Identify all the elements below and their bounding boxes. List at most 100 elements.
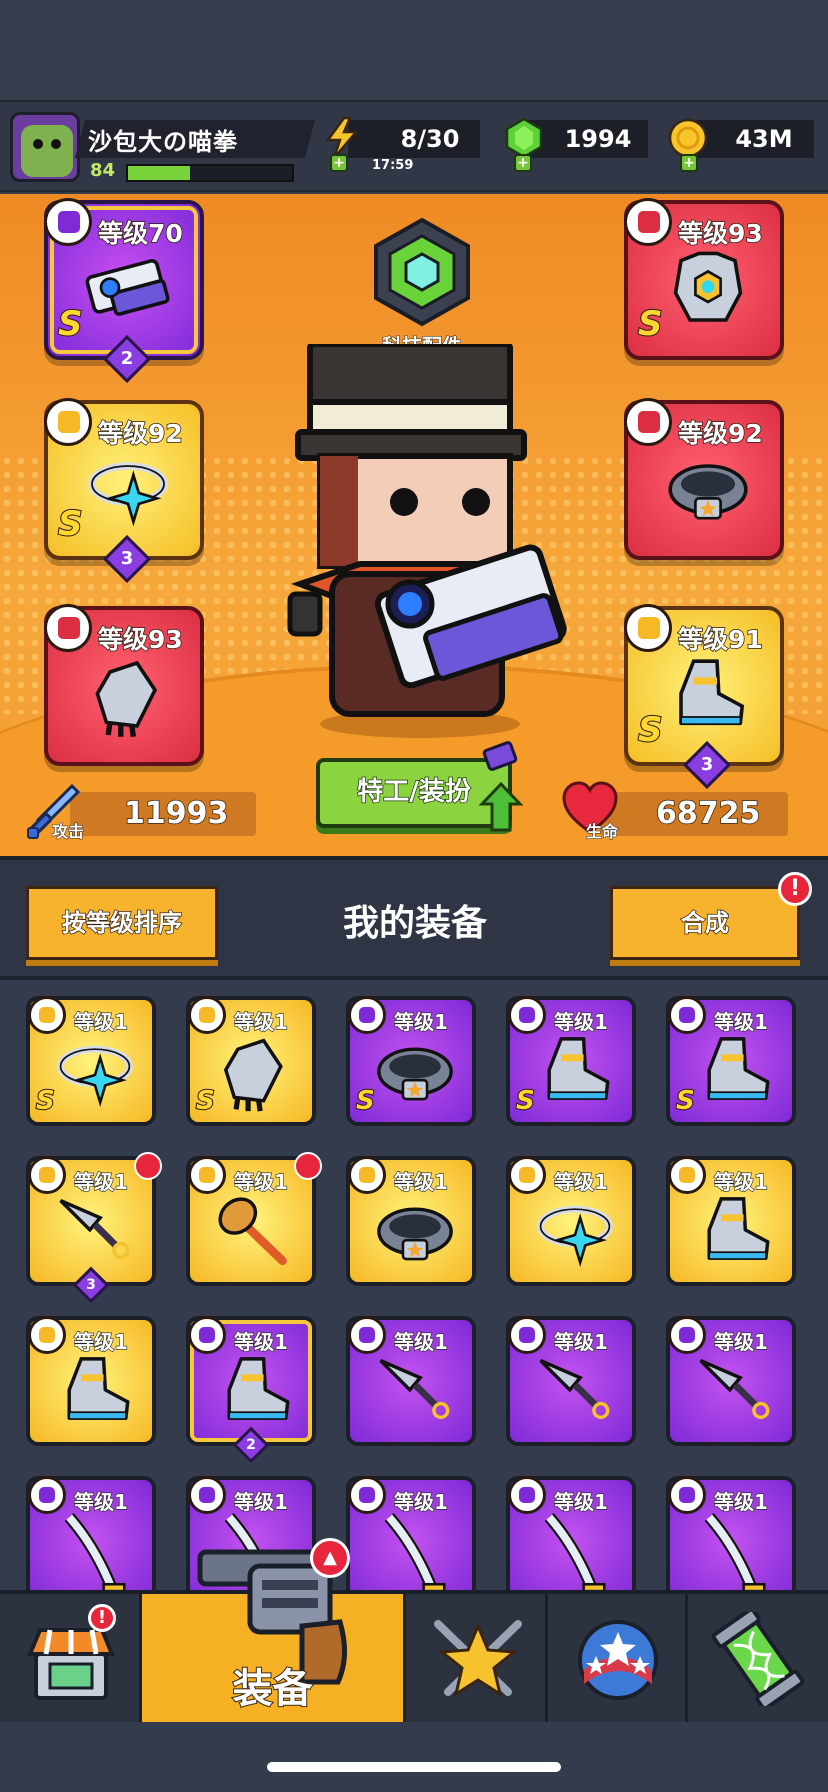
inventory-item[interactable]: 等级1 S xyxy=(346,996,476,1126)
boots-icon xyxy=(679,659,745,726)
inventory-item[interactable]: 等级1 S xyxy=(666,996,796,1126)
rank-label: S xyxy=(195,1085,216,1117)
new-item-badge xyxy=(294,1152,322,1180)
inventory-item[interactable]: 等级1 xyxy=(346,1316,476,1446)
inventory-item[interactable]: 等级1 xyxy=(346,1476,476,1590)
equipped-slot-armor[interactable]: 等级93 S xyxy=(624,198,784,360)
item-level: 等级1 xyxy=(553,1489,608,1514)
slot-level: 等级93 xyxy=(677,218,763,249)
coins-plus-button[interactable]: + xyxy=(680,154,698,172)
crossed-swords-star-icon xyxy=(434,1620,522,1698)
inventory-item[interactable]: 等级1 S xyxy=(506,996,636,1126)
inventory-item[interactable]: 等级1 2 xyxy=(186,1316,316,1464)
hero-character[interactable] xyxy=(270,344,570,744)
inventory-item[interactable]: 等级1 S xyxy=(186,996,316,1126)
boots-icon xyxy=(67,1357,130,1420)
rank-label: S xyxy=(57,303,83,345)
home-indicator xyxy=(267,1762,561,1772)
slot-level: 等级91 xyxy=(677,624,763,655)
item-level: 等级1 xyxy=(73,1329,128,1354)
belt-icon xyxy=(377,1047,453,1101)
merge-button[interactable]: 合成 xyxy=(610,886,800,960)
rank-label: S xyxy=(675,1085,696,1117)
item-level: 等级1 xyxy=(713,1329,768,1354)
inventory-item[interactable]: 等级1 xyxy=(186,1152,322,1286)
dna-capsule-icon xyxy=(711,1612,805,1706)
tab-battle[interactable] xyxy=(406,1594,548,1722)
item-level: 等级1 xyxy=(713,1489,768,1514)
item-level: 等级1 xyxy=(393,1009,448,1034)
slot-type-badge xyxy=(44,398,92,446)
equipped-slot-belt[interactable]: 等级92 xyxy=(624,398,784,560)
sort-by-level-label: 按等级排序 xyxy=(61,908,183,938)
armor-icon xyxy=(673,251,743,322)
star-ball-icon xyxy=(578,1620,658,1700)
item-type-badge xyxy=(188,1156,226,1194)
item-type-badge xyxy=(508,1156,546,1194)
slot-type-badge xyxy=(624,398,672,446)
bottom-nav: ! ▲ 装备 xyxy=(0,1538,828,1722)
merge-label: 合成 xyxy=(680,908,730,938)
item-level: 等级1 xyxy=(233,1329,288,1354)
energy-timer: 17:59 xyxy=(372,158,414,173)
boots-icon xyxy=(707,1197,770,1260)
item-type-badge xyxy=(28,996,66,1034)
tech-parts-icon[interactable] xyxy=(366,216,478,328)
item-type-badge xyxy=(508,996,546,1034)
gems-plus-button[interactable]: + xyxy=(514,154,532,172)
sort-by-level-button[interactable]: 按等级排序 xyxy=(26,886,218,960)
star-count: 2 xyxy=(120,348,134,369)
inventory-item[interactable]: 等级1 xyxy=(666,1156,796,1286)
inventory-item[interactable]: 等级1 xyxy=(26,1476,156,1590)
inventory-item[interactable]: 等级1 S xyxy=(26,996,156,1126)
equipped-slot-weapon[interactable]: 等级70 S 2 xyxy=(44,198,204,384)
item-type-badge xyxy=(28,1156,66,1194)
inventory-item[interactable]: 等级1 xyxy=(666,1476,796,1590)
inventory-title: 我的装备 xyxy=(342,903,487,944)
inventory-grid: 等级1 S 等级1 S 等级1 S 等级1 S 等级1 S 等级1 3 等级1 等级1 等级1 等级1 等级1 等… xyxy=(0,980,828,1590)
item-level: 等级1 xyxy=(553,1009,608,1034)
rank-label: S xyxy=(35,1085,56,1117)
equipped-slot-necklace[interactable]: 等级92 S 3 xyxy=(44,398,204,584)
attack-label: 攻击 xyxy=(51,822,85,842)
rank-label: S xyxy=(355,1085,376,1117)
equipped-slot-gloves[interactable]: 等级93 xyxy=(44,604,204,766)
item-level: 等级1 xyxy=(233,1489,288,1514)
item-type-badge xyxy=(348,1476,386,1514)
avatar-eye-icon xyxy=(33,139,43,149)
inventory-item[interactable]: 等级1 xyxy=(506,1316,636,1446)
item-type-badge xyxy=(28,1316,66,1354)
inventory-toolbar: 按等级排序 我的装备 合成 ! xyxy=(0,856,828,980)
tab-shop[interactable]: ! xyxy=(0,1594,142,1722)
inventory-item[interactable]: 等级1 xyxy=(26,1316,156,1446)
player-name: 沙包大の喵拳 xyxy=(88,128,238,156)
item-level: 等级1 xyxy=(73,1009,128,1034)
kunai-icon xyxy=(539,1359,610,1420)
inventory-item[interactable]: 等级1 xyxy=(346,1156,476,1286)
item-type-badge xyxy=(668,996,706,1034)
tab-equipment[interactable]: ▲ 装备 xyxy=(142,1538,406,1722)
hp-label: 生命 xyxy=(585,822,619,842)
inventory-item[interactable]: 等级1 xyxy=(506,1156,636,1286)
inventory-item[interactable]: 等级1 xyxy=(506,1476,636,1590)
necklace-icon xyxy=(88,462,168,527)
item-type-badge xyxy=(668,1476,706,1514)
star-count-tag: 2 xyxy=(102,334,152,384)
shop-alert-badge: ! xyxy=(88,1604,116,1632)
item-level: 等级1 xyxy=(233,1009,288,1034)
star-count: 3 xyxy=(120,548,134,569)
tab-evolve[interactable] xyxy=(688,1594,828,1722)
necklace-icon xyxy=(537,1205,613,1268)
inventory-item[interactable]: 等级1 xyxy=(666,1316,796,1446)
status-bar-space xyxy=(0,0,828,100)
tab-talent[interactable] xyxy=(548,1594,688,1722)
rank-label: S xyxy=(57,503,83,545)
energy-value: 8/30 xyxy=(400,125,460,153)
slot-level: 等级70 xyxy=(97,218,183,249)
avatar[interactable] xyxy=(10,112,80,182)
star-count: 2 xyxy=(246,1437,256,1453)
energy-plus-button[interactable]: + xyxy=(330,154,348,172)
equipped-slot-boots[interactable]: 等级91 S 3 xyxy=(624,604,784,790)
rank-label: S xyxy=(637,709,663,751)
inventory-item[interactable]: 等级1 3 xyxy=(26,1152,162,1304)
